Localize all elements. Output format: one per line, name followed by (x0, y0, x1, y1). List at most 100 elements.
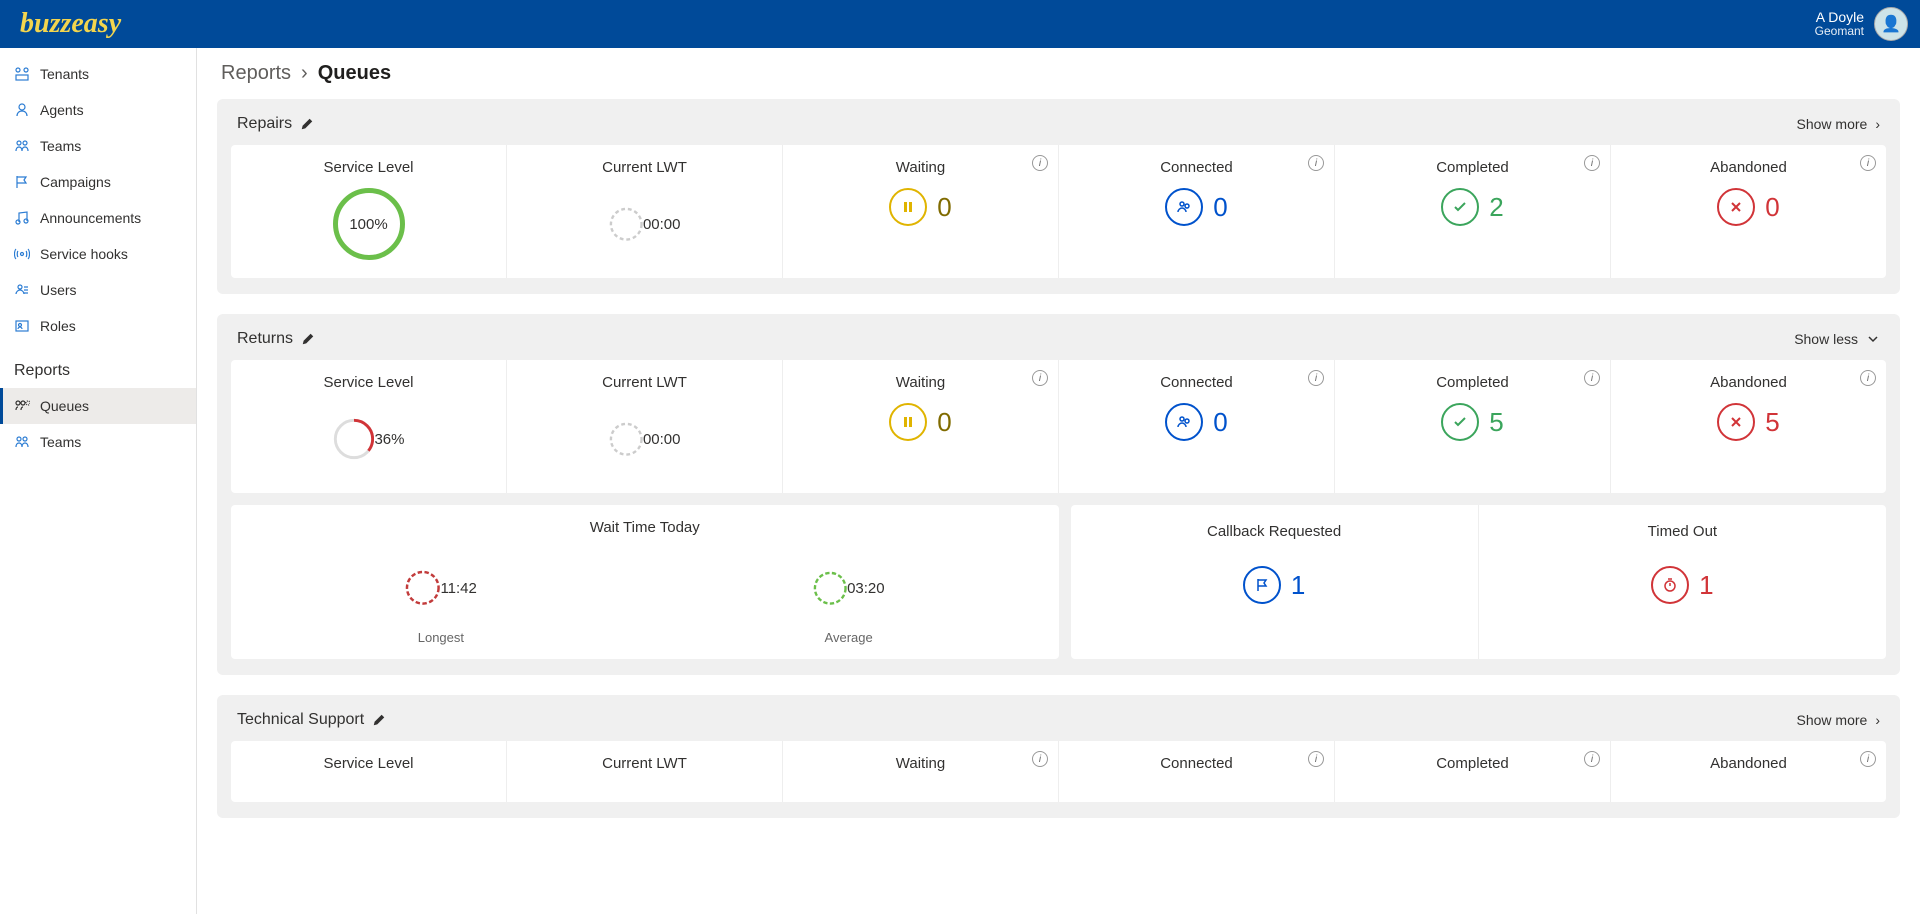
card-waiting: i Waiting (783, 741, 1059, 802)
card-title: Abandoned (1617, 755, 1880, 772)
sidebar-item-campaigns[interactable]: Campaigns (0, 164, 196, 200)
card-waiting: i Waiting 0 (783, 360, 1059, 493)
card-completed: i Completed 5 (1335, 360, 1611, 493)
users-icon (14, 282, 30, 298)
avatar[interactable]: 👤 (1874, 7, 1908, 41)
card-service-level: Service Level (231, 741, 507, 802)
sidebar-item-label: Service hooks (40, 246, 128, 262)
info-icon[interactable]: i (1308, 751, 1324, 767)
card-title: Current LWT (513, 374, 776, 391)
average-wait-gauge: 03:20 (813, 552, 885, 624)
show-more-button[interactable]: Show more › (1797, 116, 1880, 132)
queue-panel-technical-support: Technical Support Show more › Service Le… (217, 695, 1900, 818)
card-connected: i Connected 0 (1059, 145, 1335, 278)
service-level-gauge: 36% (333, 403, 405, 475)
user-menu[interactable]: A Doyle Geomant 👤 (1815, 7, 1908, 41)
check-icon (1441, 403, 1479, 441)
edit-icon[interactable] (301, 332, 315, 346)
service-level-gauge: 100% (333, 188, 405, 260)
card-title: Wait Time Today (590, 519, 700, 536)
card-title: Connected (1065, 374, 1328, 391)
sidebar-item-tenants[interactable]: Tenants (0, 56, 196, 92)
chevron-right-icon: › (301, 62, 308, 85)
sidebar-item-report-teams[interactable]: Teams (0, 424, 196, 460)
card-title: Waiting (789, 159, 1052, 176)
user-name: A Doyle (1815, 10, 1864, 25)
lwt-gauge: 00:00 (609, 403, 681, 475)
breadcrumb-parent[interactable]: Reports (221, 62, 291, 85)
sub-label: Average (825, 630, 873, 645)
pause-icon (889, 403, 927, 441)
sidebar-item-queues[interactable]: Queues (0, 388, 196, 424)
metric-value: 5 (1489, 407, 1503, 438)
queue-name: Technical Support (237, 711, 364, 729)
agents-icon (14, 102, 30, 118)
card-title: Completed (1341, 755, 1604, 772)
sidebar-item-label: Tenants (40, 66, 89, 82)
flag-icon (14, 174, 30, 190)
card-abandoned: i Abandoned 5 (1611, 360, 1886, 493)
info-icon[interactable]: i (1584, 751, 1600, 767)
toggle-label: Show less (1794, 331, 1858, 347)
gauge-value: 03:20 (847, 580, 885, 597)
teams-icon (14, 434, 30, 450)
info-icon[interactable]: i (1308, 370, 1324, 386)
info-icon[interactable]: i (1584, 370, 1600, 386)
metric-value: 1 (1291, 570, 1305, 601)
info-icon[interactable]: i (1860, 370, 1876, 386)
card-service-level: Service Level 100% (231, 145, 507, 278)
show-more-button[interactable]: Show more › (1797, 712, 1880, 728)
people-icon (1165, 403, 1203, 441)
card-title: Current LWT (513, 755, 776, 772)
card-title: Service Level (237, 159, 500, 176)
info-icon[interactable]: i (1032, 370, 1048, 386)
sidebar-item-label: Teams (40, 138, 81, 154)
card-current-lwt: Current LWT 00:00 (507, 145, 783, 278)
teams-icon (14, 138, 30, 154)
card-service-level: Service Level 36% (231, 360, 507, 493)
card-title: Abandoned (1617, 159, 1880, 176)
sidebar-item-service-hooks[interactable]: Service hooks (0, 236, 196, 272)
metric-value: 0 (937, 407, 951, 438)
queue-panel-returns: Returns Show less Service Level (217, 314, 1900, 675)
metric-value: 5 (1765, 407, 1779, 438)
info-icon[interactable]: i (1860, 751, 1876, 767)
sidebar-item-roles[interactable]: Roles (0, 308, 196, 344)
edit-icon[interactable] (372, 713, 386, 727)
info-icon[interactable]: i (1032, 155, 1048, 171)
chevron-down-icon (1866, 332, 1880, 346)
sidebar-item-agents[interactable]: Agents (0, 92, 196, 128)
metric-value: 0 (937, 192, 951, 223)
sidebar-item-label: Announcements (40, 210, 141, 226)
edit-icon[interactable] (300, 117, 314, 131)
info-icon[interactable]: i (1308, 155, 1324, 171)
info-icon[interactable]: i (1032, 751, 1048, 767)
info-icon[interactable]: i (1584, 155, 1600, 171)
sidebar: Tenants Agents Teams Campaigns Announcem… (0, 48, 197, 914)
card-title: Completed (1341, 159, 1604, 176)
queues-icon (14, 398, 30, 414)
sidebar-item-teams[interactable]: Teams (0, 128, 196, 164)
x-icon (1717, 403, 1755, 441)
sidebar-section-reports: Reports (0, 344, 196, 388)
card-title: Service Level (237, 755, 500, 772)
card-title: Timed Out (1485, 523, 1880, 540)
card-current-lwt: Current LWT (507, 741, 783, 802)
queue-name: Repairs (237, 115, 292, 133)
card-title: Completed (1341, 374, 1604, 391)
metric-value: 1 (1699, 570, 1713, 601)
sidebar-item-label: Users (40, 282, 77, 298)
info-icon[interactable]: i (1860, 155, 1876, 171)
flag-icon (1243, 566, 1281, 604)
main-content: Reports › Queues Repairs Show more › Ser… (197, 48, 1920, 914)
logo: buzzeasy (20, 8, 121, 40)
card-waiting: i Waiting 0 (783, 145, 1059, 278)
sidebar-item-announcements[interactable]: Announcements (0, 200, 196, 236)
sidebar-item-users[interactable]: Users (0, 272, 196, 308)
longest-wait-gauge: 11:42 (405, 552, 477, 624)
sidebar-item-label: Roles (40, 318, 76, 334)
show-less-button[interactable]: Show less (1794, 331, 1880, 347)
metric-value: 0 (1213, 192, 1227, 223)
card-wait-time-today: Wait Time Today 11:42 Longest (231, 505, 1059, 659)
people-icon (1165, 188, 1203, 226)
